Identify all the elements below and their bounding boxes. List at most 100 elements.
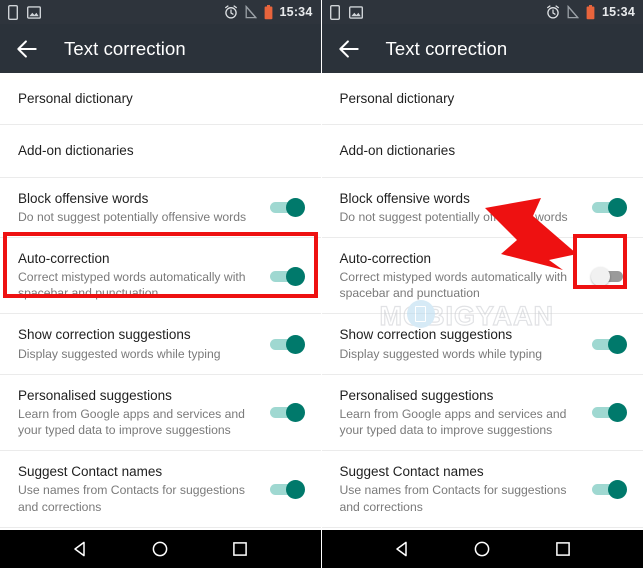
list-item-subtitle: Learn from Google apps and services and … (18, 406, 245, 438)
row-text: Personal dictionary (18, 73, 305, 124)
list-item-next-word-suggestions[interactable]: Next-word suggestions (0, 527, 321, 530)
row-text: Auto-correction Correct mistyped words a… (18, 238, 259, 313)
toggle-thumb (285, 479, 305, 499)
phone-screen-before: 15:34 Text correction Personal dictionar… (0, 0, 321, 568)
alarm-clock-icon (547, 5, 559, 19)
toggle-block-offensive-words[interactable] (591, 196, 627, 218)
list-item-subtitle: Correct mistyped words automatically wit… (18, 270, 246, 301)
battery-icon (586, 4, 595, 19)
toggle-thumb (285, 198, 305, 218)
settings-list[interactable]: Personal dictionary Add-on dictionaries … (0, 73, 321, 530)
list-item-add-on-dictionaries[interactable]: Add-on dictionaries (321, 125, 643, 178)
phone-screen-after: 15:34 Text correction Personal dictionar… (320, 0, 643, 568)
toggle-block-offensive-words[interactable] (269, 196, 305, 218)
list-item-auto-correction[interactable]: Auto-correction Correct mistyped words a… (321, 237, 643, 315)
status-bar: 15:34 (321, 0, 643, 24)
list-item-subtitle: Use names from Contacts for suggestions … (18, 483, 245, 514)
list-item-personalised-suggestions[interactable]: Personalised suggestions Learn from Goog… (0, 374, 321, 452)
dual-screenshot-comparison: 15:34 Text correction Personal dictionar… (0, 0, 643, 568)
row-text: Show correction suggestions Display sugg… (340, 314, 582, 373)
list-item-subtitle: Learn from Google apps and services and … (339, 406, 567, 438)
screenshot-image-icon (27, 5, 41, 19)
back-arrow-icon[interactable] (336, 36, 362, 62)
status-bar-left-icons (8, 4, 41, 20)
row-text: Add-on dictionaries (18, 125, 305, 176)
back-arrow-icon[interactable] (14, 36, 40, 62)
nav-home-icon[interactable] (473, 540, 491, 558)
status-bar-right-icons: 15:34 (546, 4, 635, 20)
list-item-subtitle: Do not suggest potentially offensive wor… (339, 209, 568, 224)
list-item-title: Block offensive words (339, 190, 470, 206)
list-item-subtitle: Display suggested words while typing (18, 346, 221, 361)
toggle-personalised-suggestions[interactable] (591, 401, 627, 423)
status-bar-clock: 15:34 (602, 4, 635, 19)
list-item-title: Personal dictionary (18, 91, 133, 106)
list-item-show-correction-suggestions[interactable]: Show correction suggestions Display sugg… (0, 314, 321, 375)
row-text: Personalised suggestions Learn from Goog… (340, 375, 582, 450)
navigation-bar[interactable] (321, 530, 643, 568)
list-item-next-word-suggestions[interactable]: Next-word suggestions (321, 527, 643, 530)
toggle-suggest-contact-names[interactable] (591, 478, 627, 500)
list-item-block-offensive-words[interactable]: Block offensive words Do not suggest pot… (0, 177, 321, 238)
screenshot-image-icon (348, 5, 363, 19)
list-item-title: Suggest Contact names (18, 464, 163, 480)
nav-back-icon[interactable] (393, 540, 411, 558)
toggle-thumb (591, 266, 610, 286)
list-item-title: Auto-correction (18, 250, 110, 266)
toggle-thumb (285, 335, 305, 355)
list-item-title: Add-on dictionaries (339, 143, 456, 159)
list-item-auto-correction[interactable]: Auto-correction Correct mistyped words a… (0, 237, 321, 315)
nav-home-icon[interactable] (151, 540, 169, 558)
row-text: Personalised suggestions Learn from Goog… (18, 375, 259, 450)
nav-recents-icon[interactable] (554, 540, 572, 558)
list-item-personal-dictionary[interactable]: Personal dictionary (321, 73, 643, 126)
toggle-thumb (608, 403, 627, 423)
page-title: Text correction (64, 37, 186, 59)
toggle-personalised-suggestions[interactable] (269, 401, 305, 423)
list-item-suggest-contact-names[interactable]: Suggest Contact names Use names from Con… (0, 451, 321, 528)
settings-list[interactable]: Personal dictionary Add-on dictionaries … (321, 73, 643, 530)
list-item-show-correction-suggestions[interactable]: Show correction suggestions Display sugg… (321, 314, 643, 375)
toggle-auto-correction[interactable] (591, 265, 627, 287)
list-item-subtitle: Display suggested words while typing (339, 346, 543, 361)
page-title: Text correction (385, 37, 508, 59)
list-item-block-offensive-words[interactable]: Block offensive words Do not suggest pot… (321, 177, 643, 238)
toggle-thumb (608, 198, 627, 218)
sim-card-icon (8, 4, 18, 20)
list-item-add-on-dictionaries[interactable]: Add-on dictionaries (0, 125, 321, 178)
row-text: Suggest Contact names Use names from Con… (340, 451, 582, 526)
status-bar-right-icons: 15:34 (224, 4, 313, 20)
list-item-title: Show correction suggestions (339, 327, 513, 343)
no-signal-icon (244, 5, 257, 19)
app-bar: Text correction (321, 24, 643, 73)
nav-recents-icon[interactable] (231, 540, 249, 558)
navigation-bar[interactable] (0, 530, 321, 568)
toggle-thumb (285, 403, 305, 423)
nav-back-icon[interactable] (71, 540, 89, 558)
alarm-clock-icon (224, 5, 237, 19)
toggle-suggest-contact-names[interactable] (269, 478, 305, 500)
row-text: Next-word suggestions (18, 528, 305, 530)
row-text: Suggest Contact names Use names from Con… (18, 451, 259, 526)
status-bar-left-icons (329, 4, 363, 20)
list-item-title: Auto-correction (339, 250, 432, 266)
row-text: Block offensive words Do not suggest pot… (340, 178, 582, 237)
no-signal-icon (567, 5, 580, 19)
list-item-subtitle: Use names from Contacts for suggestions … (339, 483, 567, 514)
list-item-suggest-contact-names[interactable]: Suggest Contact names Use names from Con… (321, 451, 643, 528)
status-bar: 15:34 (0, 0, 321, 24)
list-item-title: Suggest Contact names (339, 464, 484, 480)
app-bar: Text correction (0, 24, 321, 73)
toggle-thumb (608, 479, 627, 499)
list-item-subtitle: Do not suggest potentially offensive wor… (18, 209, 247, 224)
toggle-show-correction-suggestions[interactable] (269, 333, 305, 355)
list-item-personal-dictionary[interactable]: Personal dictionary (0, 73, 321, 126)
list-item-title: Show correction suggestions (18, 327, 191, 343)
list-item-title: Personal dictionary (339, 91, 455, 106)
list-item-personalised-suggestions[interactable]: Personalised suggestions Learn from Goog… (321, 374, 643, 452)
toggle-show-correction-suggestions[interactable] (591, 333, 627, 355)
list-item-title: Personalised suggestions (18, 387, 172, 403)
row-text: Show correction suggestions Display sugg… (18, 314, 259, 373)
list-item-title: Block offensive words (18, 190, 149, 206)
toggle-auto-correction[interactable] (269, 265, 305, 287)
